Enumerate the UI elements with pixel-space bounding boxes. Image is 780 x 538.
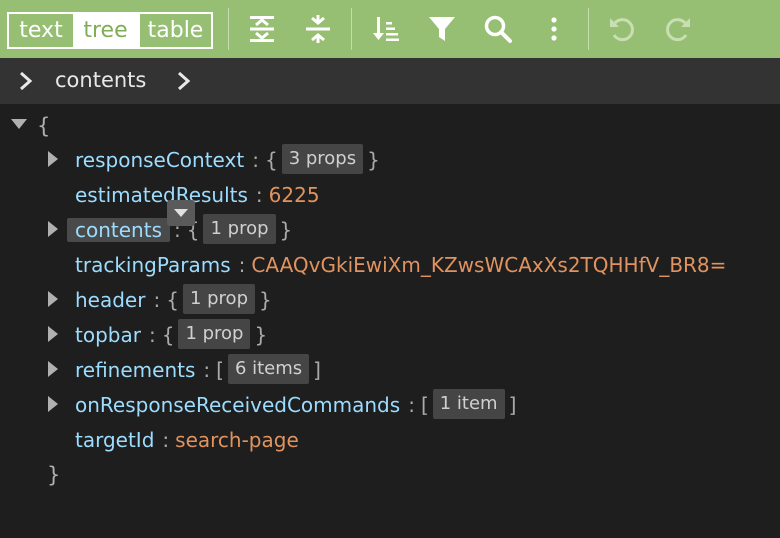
mode-tree-button[interactable]: tree <box>73 14 138 47</box>
expand-badge[interactable]: 3 props <box>281 144 364 174</box>
colon: : <box>252 148 259 172</box>
open-bracket: [ <box>216 358 224 382</box>
open-brace: { <box>37 114 51 138</box>
breadcrumb-item[interactable]: contents <box>55 67 146 93</box>
toolbar-divider <box>228 8 229 50</box>
tree-row-content: refinements:[6 items] <box>75 354 321 386</box>
tree-key[interactable]: refinements <box>75 358 195 382</box>
close-bracket: ] <box>508 393 517 417</box>
search-button[interactable] <box>482 13 514 45</box>
caret-right-icon[interactable] <box>46 325 60 343</box>
tree-row-content: responseContext:{3 props} <box>75 144 380 176</box>
tree-row-content: onResponseReceivedCommands:[1 item] <box>75 389 516 421</box>
close-bracket: ] <box>313 358 321 382</box>
caret-right-icon[interactable] <box>46 220 60 238</box>
expand-all-button[interactable] <box>246 13 278 45</box>
redo-icon <box>666 18 690 42</box>
tree-key[interactable]: header <box>75 288 145 312</box>
caret-right-icon[interactable] <box>46 360 60 378</box>
tree-row-content: header:{1 prop} <box>75 284 272 316</box>
tree-row: targetId: search-page <box>0 424 780 456</box>
tree-row: header:{1 prop} <box>0 284 780 316</box>
search-icon <box>484 15 512 43</box>
expand-all-icon <box>250 16 274 42</box>
collapse-all-button[interactable] <box>302 13 334 45</box>
tree-value-number[interactable]: 6225 <box>269 183 320 207</box>
close-brace: } <box>47 463 61 487</box>
caret-right-icon[interactable] <box>46 395 60 413</box>
tree-row: responseContext:{3 props} <box>0 144 780 176</box>
mode-table-button[interactable]: table <box>138 14 211 47</box>
filter-icon <box>429 17 455 41</box>
expand-badge[interactable]: 1 prop <box>178 319 251 349</box>
expand-badge[interactable]: 6 items <box>227 354 310 384</box>
collapse-all-icon <box>306 15 330 43</box>
tree-row: onResponseReceivedCommands:[1 item] <box>0 389 780 421</box>
tree-row: refinements:[6 items] <box>0 354 780 386</box>
toolbar-divider <box>351 8 352 50</box>
tree-key[interactable]: trackingParams <box>75 253 231 277</box>
tree-row: contents:{1 prop} <box>0 214 780 246</box>
toolbar-divider <box>588 8 589 50</box>
tree-view: { responseContext:{3 props} estimatedRes… <box>0 104 780 538</box>
colon: : <box>408 393 415 417</box>
tree-key[interactable]: responseContext <box>75 148 244 172</box>
mode-text-button[interactable]: text <box>9 14 73 47</box>
tree-row-content: trackingParams: CAAQvGkiEwiXm_KZwsWCAxXs2… <box>75 249 726 281</box>
close-bracket: } <box>259 288 272 312</box>
colon: : <box>148 323 156 347</box>
colon: : <box>153 288 161 312</box>
colon: : <box>162 428 170 452</box>
redo-button[interactable] <box>662 13 694 45</box>
expand-badge[interactable]: 1 prop <box>182 284 255 314</box>
navigation-bar: contents <box>0 58 780 104</box>
filter-button[interactable] <box>426 13 458 45</box>
tree-key[interactable]: topbar <box>75 323 141 347</box>
expand-badge[interactable]: 1 prop <box>203 214 276 244</box>
colon: : <box>255 183 263 207</box>
open-bracket: { <box>264 148 278 172</box>
open-bracket: [ <box>420 393 429 417</box>
sort-button[interactable] <box>370 13 402 45</box>
sort-icon <box>373 17 399 41</box>
context-menu-button[interactable] <box>167 200 195 226</box>
tree-row: trackingParams: CAAQvGkiEwiXm_KZwsWCAxXs2… <box>0 249 780 281</box>
toolbar: text tree table <box>0 0 780 58</box>
open-bracket: { <box>161 323 175 347</box>
colon: : <box>238 253 246 277</box>
tree-row: topbar:{1 prop} <box>0 319 780 351</box>
tree-row: estimatedResults:6225 <box>0 179 780 211</box>
tree-value-string[interactable]: CAAQvGkiEwiXm_KZwsWCAxXs2TQHHfV_BR8= <box>251 253 726 277</box>
colon: : <box>203 358 211 382</box>
caret-right-icon[interactable] <box>46 150 60 168</box>
more-vertical-icon <box>551 17 557 41</box>
caret-right-icon[interactable] <box>46 290 60 308</box>
tree-root-close-row: } <box>0 459 780 491</box>
more-options-button[interactable] <box>538 13 570 45</box>
tree-value-string[interactable]: search-page <box>175 428 299 452</box>
tree-key[interactable]: targetId <box>75 428 154 452</box>
chevron-right-icon[interactable] <box>176 69 192 93</box>
expand-badge[interactable]: 1 item <box>432 389 505 419</box>
caret-down-icon <box>174 209 188 217</box>
tree-row-content: estimatedResults:6225 <box>75 179 320 211</box>
undo-icon <box>610 18 634 42</box>
tree-key[interactable]: estimatedResults <box>75 183 248 207</box>
tree-key[interactable]: onResponseReceivedCommands <box>75 393 400 417</box>
close-bracket: } <box>254 323 268 347</box>
caret-down-icon[interactable] <box>10 117 28 131</box>
chevron-right-icon[interactable] <box>18 69 34 93</box>
mode-switcher: text tree table <box>7 12 213 49</box>
close-bracket: } <box>367 148 380 172</box>
tree-row-content: topbar:{1 prop} <box>75 319 267 351</box>
tree-root-row: { <box>0 110 780 142</box>
close-bracket: } <box>279 218 293 242</box>
tree-key-selected[interactable]: contents <box>67 218 170 242</box>
undo-button[interactable] <box>606 13 638 45</box>
open-bracket: { <box>166 288 179 312</box>
tree-row-content: targetId: search-page <box>75 424 299 456</box>
